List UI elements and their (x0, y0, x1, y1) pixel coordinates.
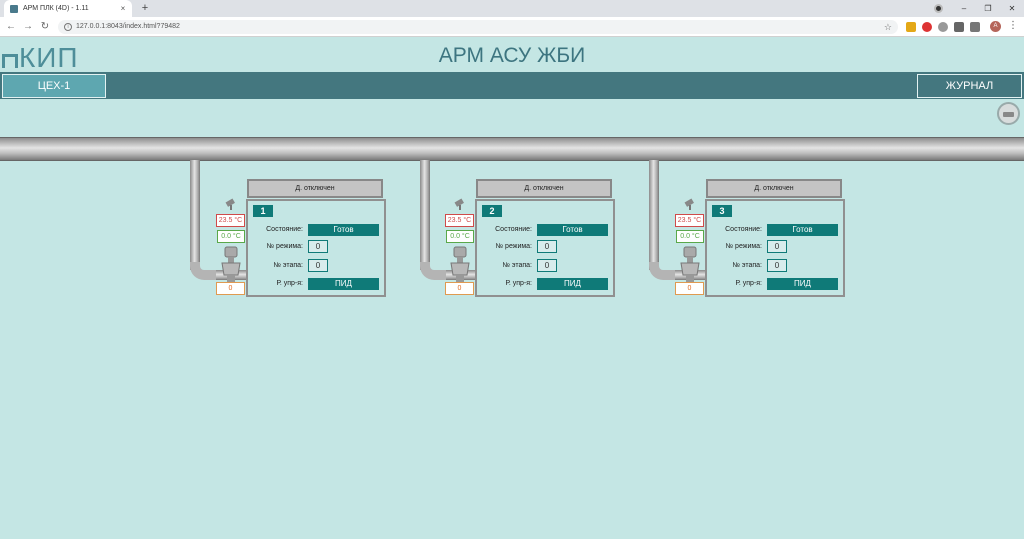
unit-3-sensor-icon (684, 198, 694, 210)
unit-1-stage-value: 0 (308, 259, 328, 272)
unit-2-state-value: Готов (537, 224, 608, 236)
unit-2-temp-actual: 23.5 °C (445, 214, 474, 227)
unit-3-header[interactable]: Д. отключен (706, 179, 842, 198)
unit-2-vertical-pipe (420, 160, 430, 270)
unit-2-control-label: Р. упр-я: (505, 280, 533, 287)
tab-close-icon[interactable]: × (118, 4, 128, 13)
extension-abp-icon[interactable] (922, 22, 932, 32)
unit-2-stage-label: № этапа: (502, 262, 532, 269)
browser-menu-icon[interactable]: ⋮ (1008, 20, 1018, 31)
back-icon[interactable]: ← (4, 20, 18, 34)
unit-3-valve-icon[interactable] (678, 245, 702, 285)
window-controls: – ❐ ✕ (952, 0, 1024, 17)
unit-2-number: 2 (482, 205, 502, 217)
unit-2-valve-icon[interactable] (448, 245, 472, 285)
info-icon[interactable]: i (64, 23, 72, 31)
recording-icon[interactable] (934, 4, 943, 13)
bookmark-star-icon[interactable]: ☆ (884, 20, 892, 34)
forward-icon[interactable]: → (21, 20, 35, 34)
extension-bookmark-icon[interactable] (906, 22, 916, 32)
unit-2-stage-value: 0 (537, 259, 557, 272)
browser-tabbar: АРМ ПЛК (4D) - 1.11 × + – ❐ ✕ (0, 0, 1024, 17)
unit-2-header[interactable]: Д. отключен (476, 179, 612, 198)
unit-3-mode-value: 0 (767, 240, 787, 253)
new-tab-button[interactable]: + (139, 1, 151, 15)
reload-icon[interactable]: ↻ (38, 20, 52, 34)
reading-list-icon[interactable] (970, 22, 980, 32)
minimize-icon[interactable]: – (952, 0, 976, 17)
app-favicon-icon (10, 4, 18, 13)
unit-3-number: 3 (712, 205, 732, 217)
unit-1-sensor-icon (225, 198, 235, 210)
profile-avatar[interactable]: A (990, 21, 1001, 32)
unit-2-output-value: 0 (445, 282, 474, 295)
close-window-icon[interactable]: ✕ (1000, 0, 1024, 17)
page-title: АРМ АСУ ЖБИ (438, 44, 586, 67)
unit-1-temp-setpoint: 0.0 °C (217, 230, 245, 243)
unit-1-vertical-pipe (190, 160, 200, 270)
unit-3-state-value: Готов (767, 224, 838, 236)
unit-2-pipe-elbow (420, 262, 448, 280)
tab-title: АРМ ПЛК (4D) - 1.11 (23, 5, 89, 12)
browser-tab[interactable]: АРМ ПЛК (4D) - 1.11 × (4, 0, 132, 17)
url-text: 127.0.0.1:8043/index.html?79482 (76, 23, 180, 30)
unit-1-mode-label: № режима: (266, 243, 303, 250)
browser-toolbar: ← → ↻ i 127.0.0.1:8043/index.html?79482 … (0, 17, 1024, 37)
unit-3-panel: 3 Состояние: Готов № режима: 0 № этапа: … (705, 199, 845, 297)
unit-3-mode-label: № режима: (725, 243, 762, 250)
unit-1-panel: 1 Состояние: Готов № режима: 0 № этапа: … (246, 199, 386, 297)
extensions-puzzle-icon[interactable] (954, 22, 964, 32)
unit-2-sensor-icon (454, 198, 464, 210)
unit-3-output-value: 0 (675, 282, 704, 295)
unit-3-control-value: ПИД (767, 278, 838, 290)
extension-circle-icon[interactable] (938, 22, 948, 32)
unit-3-control-label: Р. упр-я: (735, 280, 763, 287)
unit-1-number: 1 (253, 205, 273, 217)
unit-3-pipe-elbow (649, 262, 677, 280)
unit-2-mode-label: № режима: (495, 243, 532, 250)
unit-3-temp-setpoint: 0.0 °C (676, 230, 704, 243)
unit-1-control-value: ПИД (308, 278, 379, 290)
unit-3-temp-actual: 23.5 °C (675, 214, 704, 227)
unit-1-mode-value: 0 (308, 240, 328, 253)
unit-1-state-value: Готов (308, 224, 379, 236)
unit-1-state-label: Состояние: (266, 226, 303, 233)
print-button[interactable] (997, 102, 1020, 125)
unit-1-output-value: 0 (216, 282, 245, 295)
unit-3-vertical-pipe (649, 160, 659, 270)
unit-1-control-label: Р. упр-я: (276, 280, 304, 287)
app-navbar: ЦЕХ-1 ЖУРНАЛ (0, 72, 1024, 99)
unit-1-valve-icon[interactable] (219, 245, 243, 285)
nav-tab-workshop[interactable]: ЦЕХ-1 (2, 74, 106, 98)
unit-3-state-label: Состояние: (725, 226, 762, 233)
unit-2-temp-setpoint: 0.0 °C (446, 230, 474, 243)
unit-1-temp-actual: 23.5 °C (216, 214, 245, 227)
unit-3-stage-value: 0 (767, 259, 787, 272)
unit-2-state-label: Состояние: (495, 226, 532, 233)
restore-icon[interactable]: ❐ (976, 0, 1000, 17)
unit-2-panel: 2 Состояние: Готов № режима: 0 № этапа: … (475, 199, 615, 297)
main-pipe (0, 137, 1024, 161)
unit-2-control-value: ПИД (537, 278, 608, 290)
unit-1-pipe-elbow (190, 262, 218, 280)
nav-tab-journal[interactable]: ЖУРНАЛ (917, 74, 1022, 98)
unit-2-mode-value: 0 (537, 240, 557, 253)
address-bar[interactable]: i 127.0.0.1:8043/index.html?79482 ☆ (58, 20, 898, 34)
unit-1-stage-label: № этапа: (273, 262, 303, 269)
app-header: КИП АРМ АСУ ЖБИ (0, 38, 1024, 73)
unit-1-header[interactable]: Д. отключен (247, 179, 383, 198)
unit-3-stage-label: № этапа: (732, 262, 762, 269)
